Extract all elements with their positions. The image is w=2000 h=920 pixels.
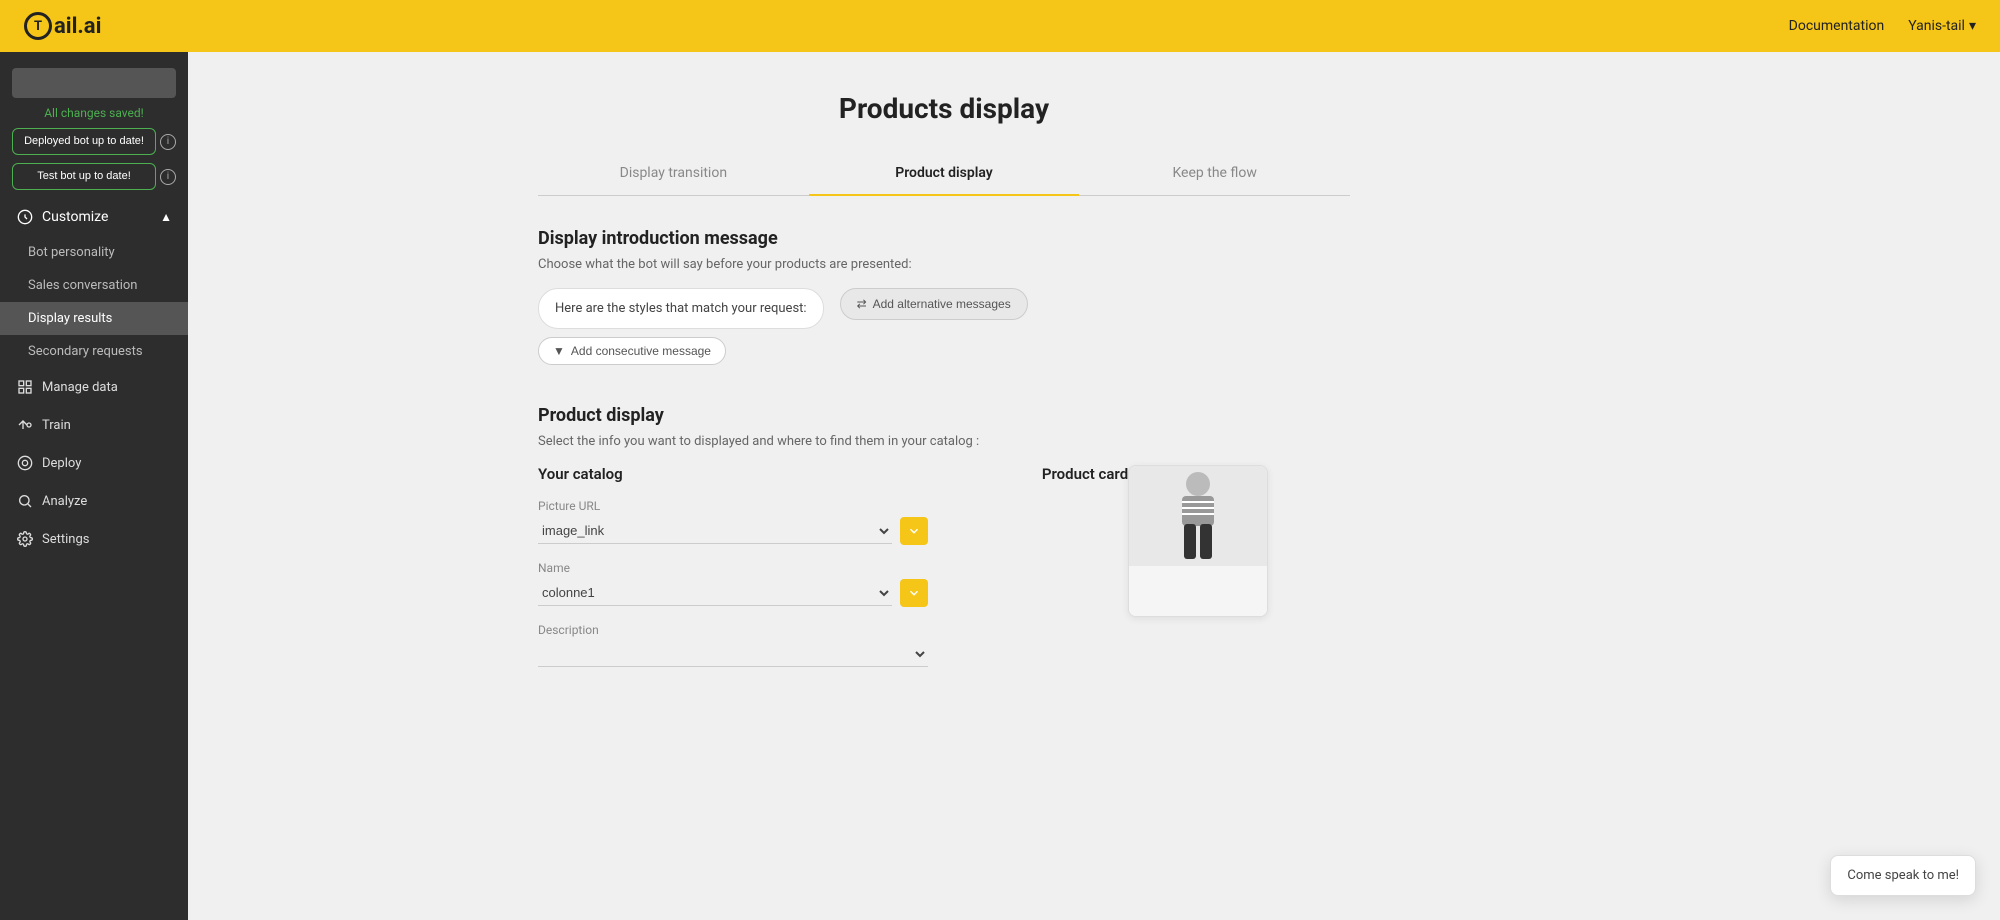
sidebar-item-train[interactable]: Train: [0, 406, 188, 444]
product-display-section: Product display Select the info you want…: [538, 405, 1350, 683]
description-select[interactable]: [538, 641, 928, 667]
product-card-body: [1129, 566, 1267, 616]
logo: T ail.ai: [24, 12, 101, 40]
analyze-label: Analyze: [42, 494, 87, 509]
tabs: Display transition Product display Keep …: [538, 153, 1350, 196]
customize-icon: [16, 208, 34, 226]
logo-icon: T: [24, 12, 52, 40]
add-alternative-button[interactable]: ⇄ Add alternative messages: [840, 288, 1028, 320]
add-alternative-label: Add alternative messages: [873, 297, 1011, 311]
picture-url-field: Picture URL image_link: [538, 499, 928, 545]
catalog-col: Your catalog Picture URL image_link: [538, 465, 928, 683]
sidebar-item-bot-personality[interactable]: Bot personality: [0, 236, 188, 269]
name-wrapper: colonne1: [538, 579, 928, 607]
logo-text: ail.ai: [54, 14, 101, 39]
your-catalog-label: Your catalog: [538, 465, 928, 483]
chevron-down-icon: ▾: [1969, 18, 1976, 34]
analyze-icon: [16, 492, 34, 510]
chat-widget-text: Come speak to me!: [1847, 868, 1959, 883]
user-label: Yanis-tail: [1908, 18, 1965, 34]
message-text: Here are the styles that match your requ…: [555, 301, 807, 316]
settings-icon: [16, 530, 34, 548]
content-area: Products display Display transition Prod…: [188, 52, 1700, 920]
product-card-label: Product card: [1042, 465, 1128, 601]
picture-url-toggle[interactable]: [900, 517, 928, 545]
description-wrapper: [538, 641, 928, 667]
product-display-subtitle: Select the info you want to displayed an…: [538, 434, 1350, 449]
documentation-link[interactable]: Documentation: [1789, 18, 1885, 34]
sidebar-item-display-results[interactable]: Display results: [0, 302, 188, 335]
message-bubble[interactable]: Here are the styles that match your requ…: [538, 288, 824, 329]
intro-section: Display introduction message Choose what…: [538, 228, 1350, 365]
manage-data-label: Manage data: [42, 380, 118, 395]
customize-header[interactable]: Customize ▲: [0, 198, 188, 236]
sidebar-item-settings[interactable]: Settings: [0, 520, 188, 558]
name-label: Name: [538, 561, 928, 575]
sidebar-item-analyze[interactable]: Analyze: [0, 482, 188, 520]
name-field: Name colonne1: [538, 561, 928, 607]
sidebar-item-deploy[interactable]: Deploy: [0, 444, 188, 482]
intro-section-title: Display introduction message: [538, 228, 1350, 249]
message-area: Here are the styles that match your requ…: [538, 288, 1350, 365]
settings-label: Settings: [42, 532, 89, 547]
product-display-grid: Your catalog Picture URL image_link: [538, 465, 1350, 683]
saved-badge: All changes saved!: [12, 106, 176, 120]
sidebar-item-sales-conversation[interactable]: Sales conversation: [0, 269, 188, 302]
product-image: [1129, 466, 1267, 566]
name-toggle[interactable]: [900, 579, 928, 607]
test-button[interactable]: Test bot up to date!: [12, 163, 156, 190]
picture-url-wrapper: image_link: [538, 517, 928, 545]
product-display-title: Product display: [538, 405, 1350, 426]
sidebar-top: All changes saved! Deployed bot up to da…: [0, 52, 188, 198]
alternative-icon: ⇄: [857, 297, 867, 311]
top-nav: T ail.ai Documentation Yanis-tail ▾: [0, 0, 2000, 52]
page-title: Products display: [538, 92, 1350, 125]
main-layout: All changes saved! Deployed bot up to da…: [0, 52, 2000, 920]
product-image-svg: [1158, 466, 1238, 566]
test-info-icon[interactable]: i: [160, 169, 176, 185]
sidebar-item-secondary-requests[interactable]: Secondary requests: [0, 335, 188, 368]
manage-data-icon: [16, 378, 34, 396]
right-panel: [1700, 52, 2000, 920]
message-bubble-wrapper: Here are the styles that match your requ…: [538, 288, 824, 365]
deploy-row: Deployed bot up to date! i: [12, 128, 176, 155]
customize-chevron-icon: ▲: [160, 210, 172, 224]
deploy-info-icon[interactable]: i: [160, 134, 176, 150]
customize-label: Customize: [42, 209, 108, 225]
tab-display-transition[interactable]: Display transition: [538, 153, 809, 195]
description-field: Description: [538, 623, 928, 667]
add-consecutive-label: Add consecutive message: [571, 344, 711, 358]
add-consecutive-button[interactable]: ▼ Add consecutive message: [538, 337, 726, 365]
sidebar: All changes saved! Deployed bot up to da…: [0, 52, 188, 920]
deploy-label: Deploy: [42, 456, 81, 471]
nav-right: Documentation Yanis-tail ▾: [1789, 18, 1976, 34]
consecutive-icon: ▼: [553, 344, 565, 358]
tab-keep-the-flow[interactable]: Keep the flow: [1079, 153, 1350, 195]
tab-product-display[interactable]: Product display: [809, 153, 1080, 195]
train-icon: [16, 416, 34, 434]
user-menu[interactable]: Yanis-tail ▾: [1908, 18, 1976, 34]
train-label: Train: [42, 418, 71, 433]
sidebar-item-manage-data[interactable]: Manage data: [0, 368, 188, 406]
picture-url-label: Picture URL: [538, 499, 928, 513]
deploy-icon: [16, 454, 34, 472]
search-input[interactable]: [12, 68, 176, 98]
deploy-button[interactable]: Deployed bot up to date!: [12, 128, 156, 155]
product-card-preview: [1128, 465, 1268, 617]
customize-sub-menu: Bot personality Sales conversation Displ…: [0, 236, 188, 368]
chat-widget[interactable]: Come speak to me!: [1830, 855, 1976, 896]
test-row: Test bot up to date! i: [12, 163, 176, 190]
picture-url-select[interactable]: image_link: [538, 518, 892, 544]
content-inner: Products display Display transition Prod…: [514, 52, 1374, 763]
intro-section-subtitle: Choose what the bot will say before your…: [538, 257, 1350, 272]
name-select[interactable]: colonne1: [538, 580, 892, 606]
description-label: Description: [538, 623, 928, 637]
product-card-col: Product card: [960, 465, 1350, 617]
